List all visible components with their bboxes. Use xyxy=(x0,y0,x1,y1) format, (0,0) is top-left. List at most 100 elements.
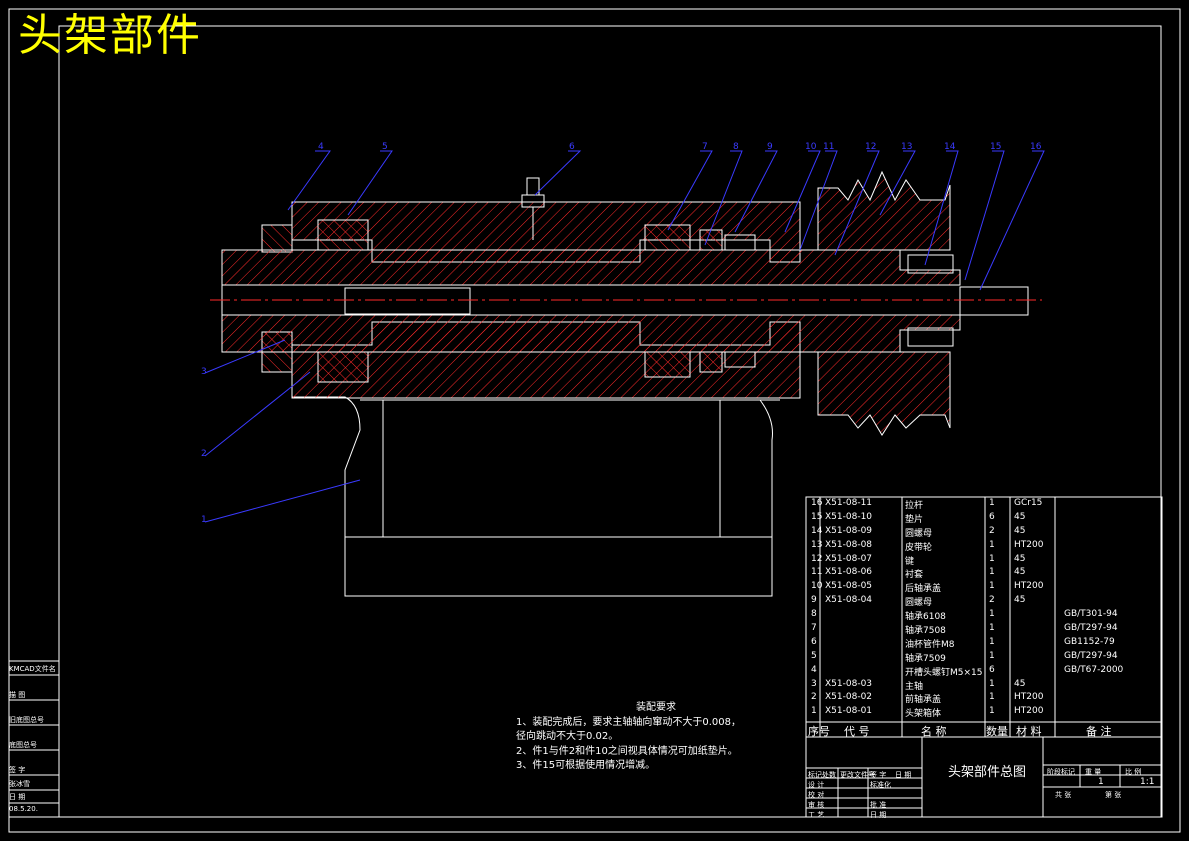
bom-cell-qty: 1 xyxy=(989,706,995,717)
table-row: 14 X51-08-09 圆螺母 2 45 xyxy=(806,525,1162,539)
callout-1: 1 xyxy=(201,515,207,525)
tb-stage: 阶段标记 xyxy=(1047,768,1075,776)
bom-cell-code: X51-08-09 xyxy=(825,525,873,536)
notes-line: 径向跳动不大于0.02。 xyxy=(516,731,619,742)
table-row: 5 轴承7509 1 GB/T297-94 xyxy=(806,650,1162,664)
left-sign: 签 字 xyxy=(9,766,26,774)
header-qty: 数量 xyxy=(986,725,1008,738)
bom-cell-mat: 45 xyxy=(1014,567,1026,578)
tb-std: 标准化 xyxy=(870,781,891,789)
table-row: 11 X51-08-06 衬套 1 45 xyxy=(806,566,1162,580)
callout-5: 5 xyxy=(382,142,388,152)
parts-list: 16 X51-08-11 拉杆 1 GCr15 15 X51-08-10 垫片 6 45 14 X51… xyxy=(806,497,1162,719)
bom-cell-note: GB/T297-94 xyxy=(1064,650,1118,661)
bom-cell-name: 衬套 xyxy=(905,570,924,581)
callout-8: 8 xyxy=(733,142,739,152)
callout-12: 12 xyxy=(865,142,877,152)
bom-cell-name: 皮带轮 xyxy=(905,542,933,553)
bom-cell-name: 油杯管件M8 xyxy=(905,639,955,650)
bom-cell-name: 后轴承盖 xyxy=(905,584,942,595)
tb-approve-date: 日 期 xyxy=(870,811,887,819)
callout-2: 2 xyxy=(201,449,207,459)
bom-cell-mat: 45 xyxy=(1014,595,1026,606)
tb-date: 日 期 xyxy=(895,771,912,779)
table-row: 16 X51-08-11 拉杆 1 GCr15 xyxy=(806,497,1162,511)
bom-cell-code: X51-08-08 xyxy=(825,539,873,550)
callout-13: 13 xyxy=(901,142,913,152)
bom-cell-no: 8 xyxy=(811,609,817,620)
tb-scale: 1:1 xyxy=(1140,777,1155,787)
bom-cell-code: X51-08-05 xyxy=(825,581,873,592)
bom-cell-no: 14 xyxy=(811,525,823,536)
bom-cell-qty: 1 xyxy=(989,581,995,592)
tb-total-sheets: 共 张 xyxy=(1055,791,1072,799)
bom-cell-no: 16 xyxy=(811,498,823,508)
bom-cell-name: 主轴 xyxy=(905,681,924,692)
left-trace: 描 图 xyxy=(9,691,26,699)
bom-cell-code: X51-08-02 xyxy=(825,692,873,703)
bom-cell-name: 轴承7509 xyxy=(905,653,946,664)
bom-cell-mat: HT200 xyxy=(1014,692,1044,703)
bom-cell-code: X51-08-11 xyxy=(825,498,873,508)
bom-cell-no: 6 xyxy=(811,636,817,647)
bom-cell-qty: 1 xyxy=(989,567,995,578)
bom-cell-qty: 2 xyxy=(989,525,995,536)
notes-line: 2、件1与件2和件10之间视具体情况可加纸垫片。 xyxy=(516,745,738,757)
bom-cell-code: X51-08-07 xyxy=(825,553,873,564)
spindle-section xyxy=(221,249,1029,353)
bom-cell-no: 12 xyxy=(811,553,823,564)
left-date-label: 日 期 xyxy=(9,793,26,801)
bom-cell-qty: 1 xyxy=(989,678,995,689)
bom-cell-no: 1 xyxy=(811,706,817,717)
bom-cell-mat: 45 xyxy=(1014,553,1026,564)
bom-cell-name: 拉杆 xyxy=(905,501,924,511)
tb-weight: 重 量 xyxy=(1085,768,1102,776)
tb-review: 审 核 xyxy=(808,801,825,809)
tb-check: 校 对 xyxy=(808,791,825,799)
bom-cell-code: X51-08-01 xyxy=(825,706,873,717)
left-filename: KMCAD文件名 xyxy=(9,665,56,673)
bom-cell-note: GB/T67-2000 xyxy=(1064,664,1124,675)
bom-cell-mat: HT200 xyxy=(1014,706,1044,717)
bom-cell-code: X51-08-10 xyxy=(825,511,873,522)
bom-cell-no: 15 xyxy=(811,511,823,522)
page-title: 头架部件 xyxy=(18,10,202,61)
header-code: 代 号 xyxy=(844,725,870,738)
header-no: 序号 xyxy=(808,725,830,738)
bom-cell-no: 3 xyxy=(811,678,817,689)
bom-cell-mat: 45 xyxy=(1014,525,1026,536)
bom-cell-mat: HT200 xyxy=(1014,539,1044,550)
left-base-no: 底图总号 xyxy=(9,741,37,749)
bom-cell-qty: 6 xyxy=(989,664,995,675)
bom-cell-no: 4 xyxy=(811,664,817,675)
bom-cell-qty: 1 xyxy=(989,650,995,661)
table-row: 12 X51-08-07 键 1 45 xyxy=(806,553,1162,567)
callout-16: 16 xyxy=(1030,142,1042,152)
notes-line: 3、件15可根据使用情况增减。 xyxy=(516,760,656,771)
tb-count: 处数 xyxy=(822,771,836,779)
bom-cell-qty: 1 xyxy=(989,539,995,550)
callout-11: 11 xyxy=(823,142,835,152)
table-row: 15 X51-08-10 垫片 6 45 xyxy=(806,511,1162,525)
bom-cell-name: 头架箱体 xyxy=(905,709,942,720)
bom-cell-name: 圆螺母 xyxy=(905,598,933,609)
bom-cell-mat: HT200 xyxy=(1014,581,1044,592)
tb-sheet-no: 第 张 xyxy=(1105,791,1122,799)
header-mat: 材 料 xyxy=(1016,725,1042,738)
table-row: 13 X51-08-08 皮带轮 1 HT200 xyxy=(806,539,1162,553)
left-name: 张冰雪 xyxy=(9,780,30,788)
bom-cell-no: 9 xyxy=(811,595,817,606)
bom-cell-code: X51-08-06 xyxy=(825,567,873,578)
bom-cell-no: 7 xyxy=(811,623,817,634)
assembly-notes: 装配要求 1、装配完成后，要求主轴轴向窜动不大于0.008， 径向跳动不大于0.… xyxy=(516,701,741,774)
table-row: 3 X51-08-03 主轴 1 45 xyxy=(806,678,1162,692)
bom-cell-qty: 6 xyxy=(989,511,995,522)
drawing-name: 头架部件总图 xyxy=(948,765,1027,780)
callout-10: 10 xyxy=(805,142,817,152)
tb-approve: 批 准 xyxy=(870,801,887,809)
bom-cell-qty: 1 xyxy=(989,553,995,564)
tb-sheet: 1 xyxy=(1098,777,1104,787)
left-date: 08.5.20. xyxy=(9,805,38,813)
bom-cell-no: 2 xyxy=(811,692,817,703)
bom-cell-name: 垫片 xyxy=(905,514,924,525)
